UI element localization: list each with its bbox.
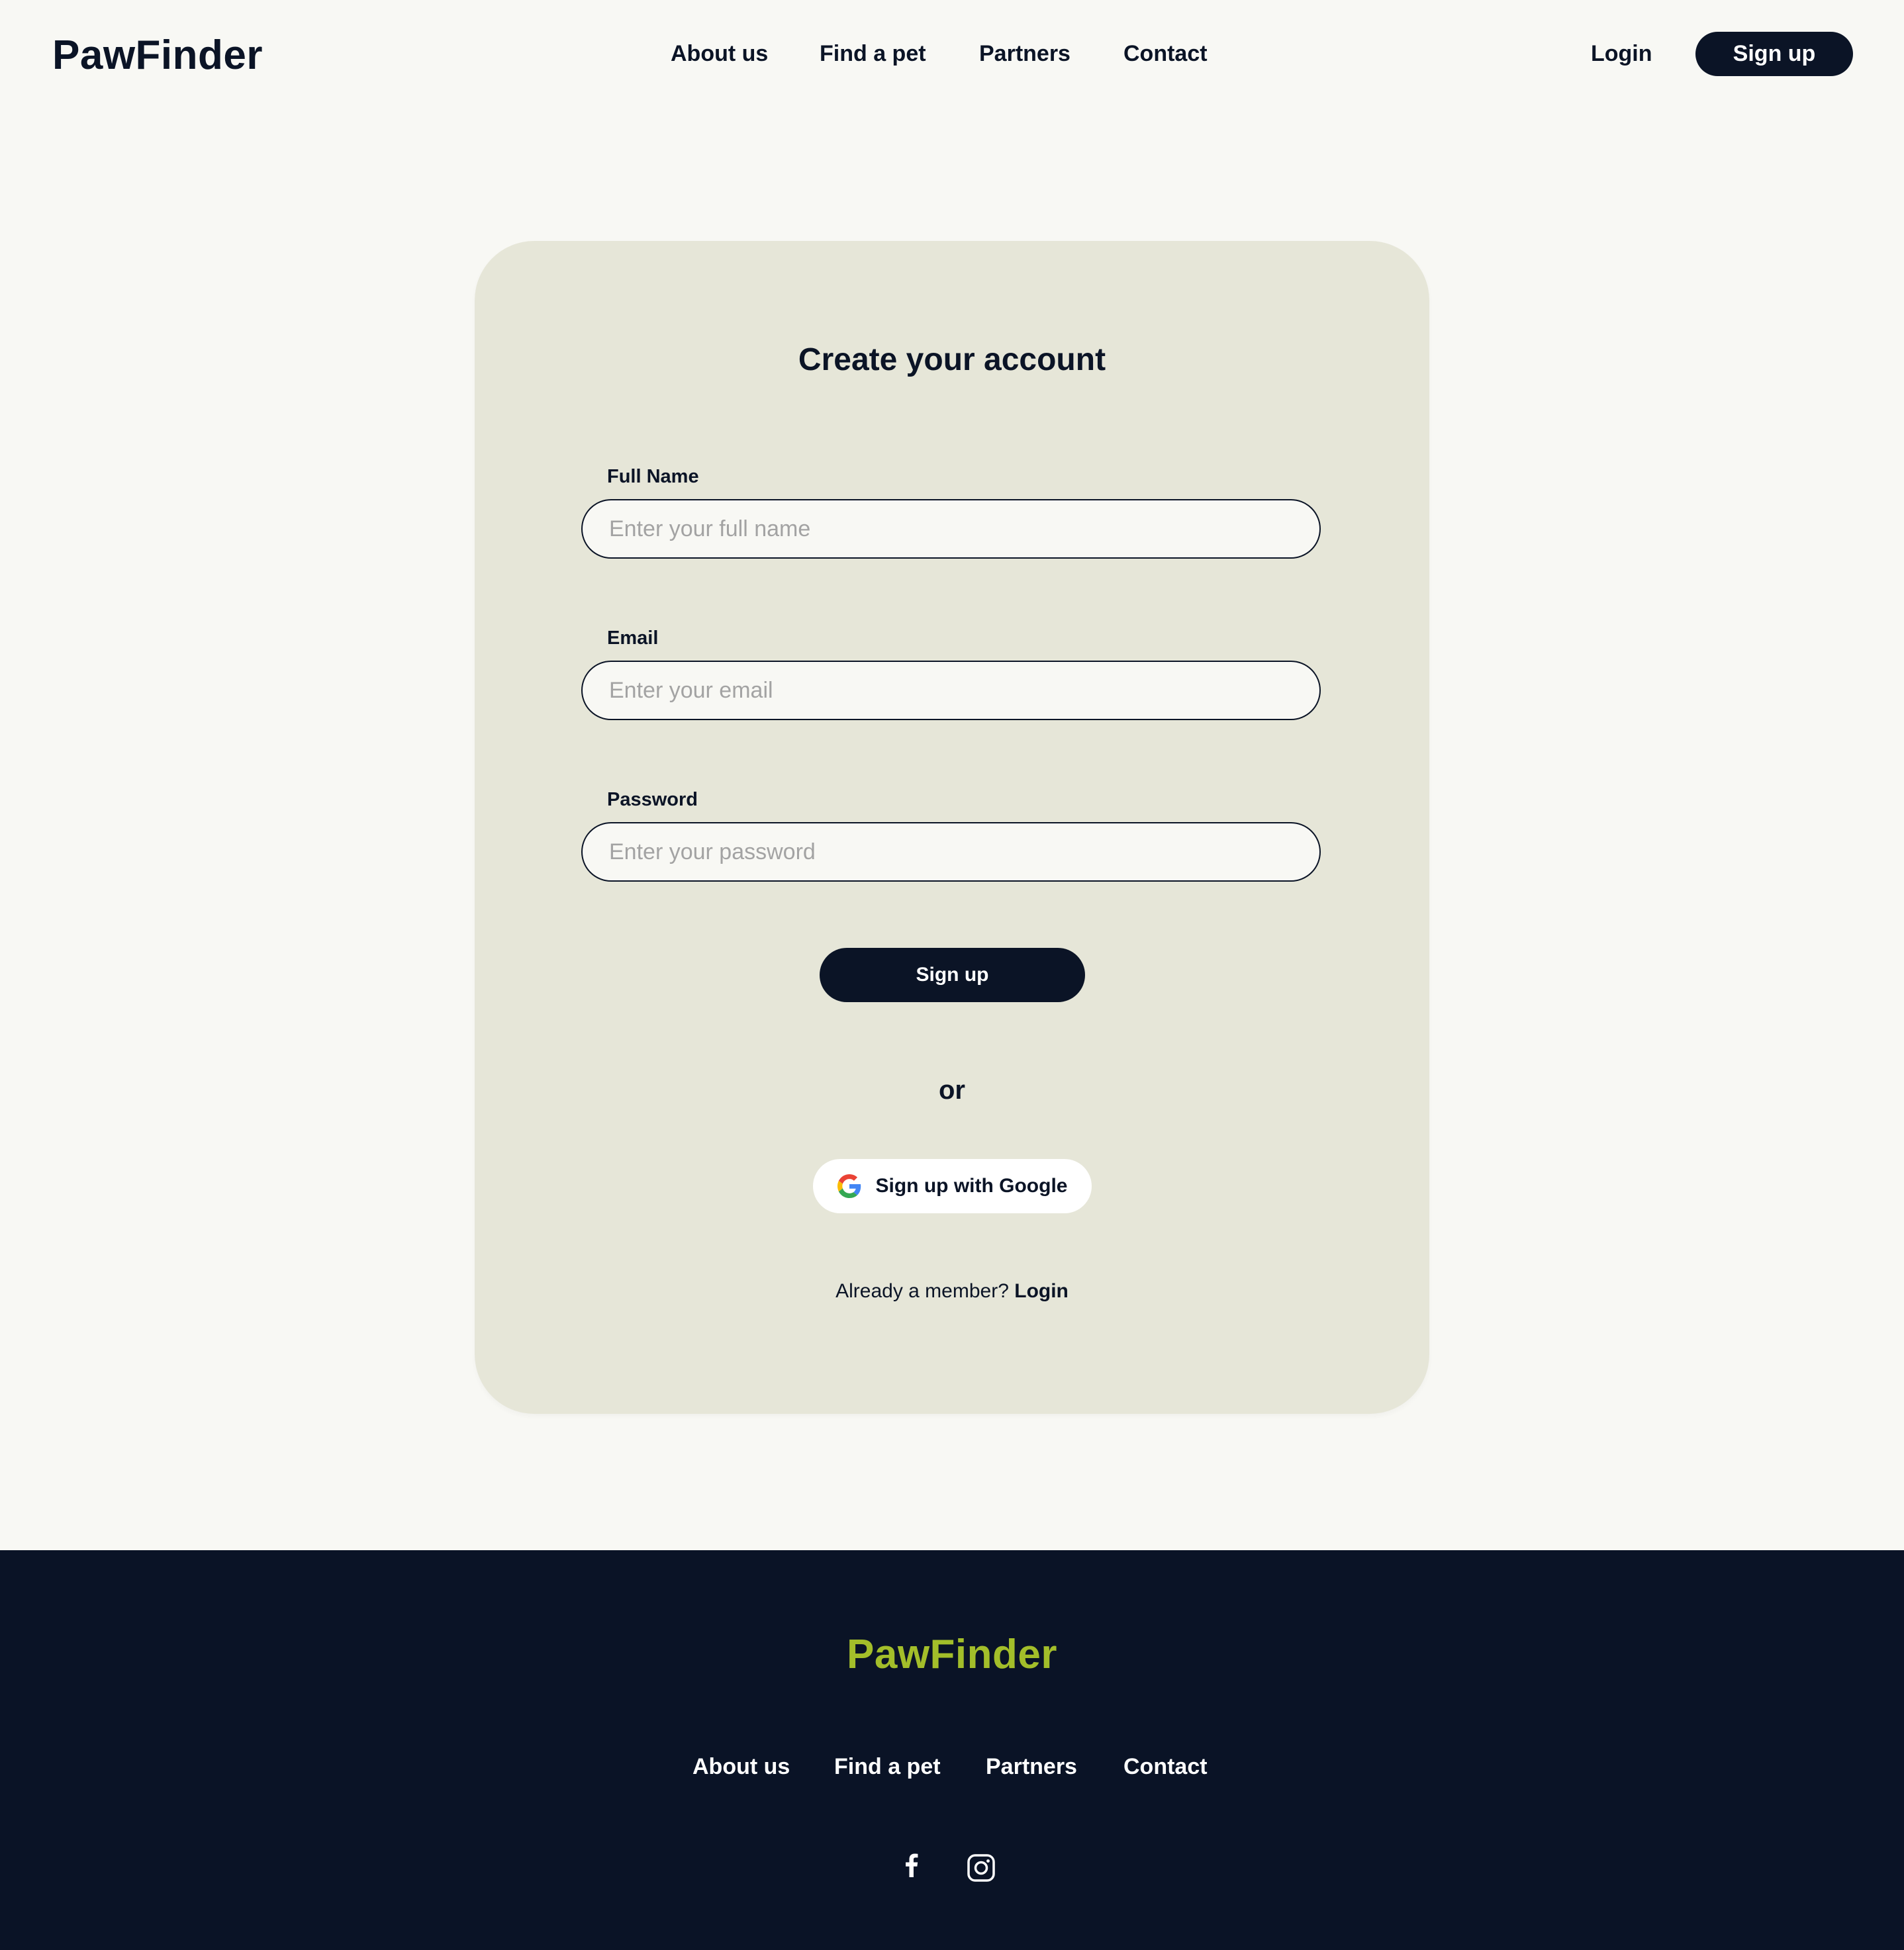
footer-logo[interactable]: PawFinder xyxy=(0,1628,1904,1681)
header-signup-button[interactable]: Sign up xyxy=(1695,32,1853,76)
full-name-label: Full Name xyxy=(607,466,699,487)
footer-link-partners[interactable]: Partners xyxy=(986,1750,1077,1783)
or-divider: or xyxy=(939,1076,965,1105)
site-footer: PawFinder About us Find a pet Partners C… xyxy=(0,1550,1904,1950)
email-label: Email xyxy=(607,627,659,649)
form-title: Create your account xyxy=(798,342,1106,377)
signup-card: Create your account Full Name Email Pass… xyxy=(475,241,1429,1414)
nav-link-partners[interactable]: Partners xyxy=(979,36,1071,71)
google-signup-label: Sign up with Google xyxy=(875,1175,1068,1197)
google-icon xyxy=(837,1174,861,1198)
header-logo[interactable]: PawFinder xyxy=(52,29,263,82)
site-header: PawFinder About us Find a pet Partners C… xyxy=(0,0,1904,107)
nav-link-about-us[interactable]: About us xyxy=(671,36,768,71)
full-name-input[interactable] xyxy=(581,499,1321,559)
footer-link-find-a-pet[interactable]: Find a pet xyxy=(834,1750,941,1783)
email-input[interactable] xyxy=(581,661,1321,720)
already-member-text: Already a member? xyxy=(835,1280,1009,1302)
nav-link-contact[interactable]: Contact xyxy=(1123,36,1208,71)
already-member-line: Already a member? Login xyxy=(475,1278,1429,1305)
instagram-icon[interactable] xyxy=(967,1853,996,1882)
login-link[interactable]: Login xyxy=(1014,1280,1069,1302)
nav-link-find-a-pet[interactable]: Find a pet xyxy=(820,36,926,71)
facebook-icon[interactable] xyxy=(905,1853,921,1880)
password-label: Password xyxy=(607,789,698,810)
signup-submit-button[interactable]: Sign up xyxy=(820,948,1085,1002)
google-signup-button[interactable]: Sign up with Google xyxy=(813,1159,1092,1213)
header-login-link[interactable]: Login xyxy=(1591,36,1652,71)
footer-link-contact[interactable]: Contact xyxy=(1123,1750,1208,1783)
password-input[interactable] xyxy=(581,822,1321,882)
footer-link-about-us[interactable]: About us xyxy=(692,1750,790,1783)
